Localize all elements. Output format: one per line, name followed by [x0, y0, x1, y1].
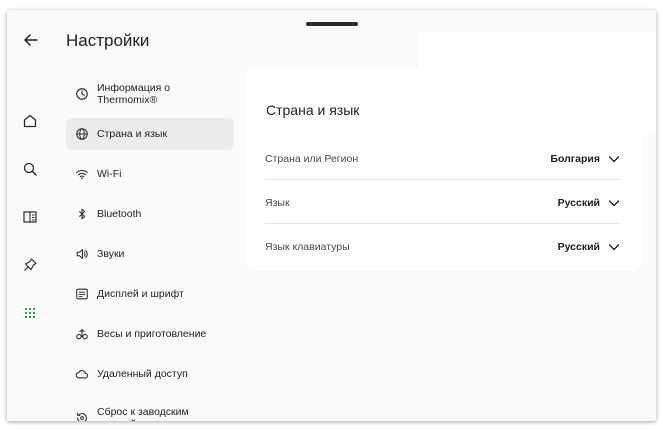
menu-item-factory-reset[interactable]: Сброс к заводским настройкам: [66, 398, 234, 421]
grid-icon: [25, 308, 35, 318]
app-window: Настройки Информация о Thermomix® Страна…: [7, 10, 656, 421]
nav-rail: [7, 10, 53, 421]
row-value: Русский: [557, 241, 600, 253]
menu-item-wifi[interactable]: Wi-Fi: [66, 158, 234, 190]
menu-item-label: Информация о Thermomix®: [97, 82, 171, 106]
menu-item-country-language[interactable]: Страна и язык: [66, 118, 234, 150]
country-dropdown[interactable]: Болгария: [550, 153, 620, 165]
menu-item-remote-access[interactable]: Удаленный доступ: [66, 358, 234, 390]
menu-item-label: Весы и приготовление: [97, 328, 207, 340]
home-icon: [23, 114, 37, 128]
language-dropdown[interactable]: Русский: [558, 197, 620, 209]
rail-recipes-button[interactable]: [19, 206, 41, 228]
menu-item-label: Сброс к заводским настройкам: [97, 406, 189, 421]
menu-item-display-font[interactable]: Дисплей и шрифт: [66, 278, 234, 310]
row-label: Страна или Регион: [265, 153, 359, 165]
row-value: Болгария: [550, 153, 600, 165]
row-label: Язык клавиатуры: [265, 241, 350, 253]
reset-icon: [74, 410, 90, 421]
keyboard-language-row[interactable]: Язык клавиатуры Русский: [265, 225, 620, 269]
language-row[interactable]: Язык Русский: [265, 181, 620, 225]
rail-more-button[interactable]: [19, 302, 41, 324]
row-label: Язык: [265, 197, 290, 209]
chevron-down-icon: [608, 156, 620, 163]
speaker-icon: [74, 246, 90, 262]
clock-icon: [74, 86, 90, 102]
wifi-icon: [74, 166, 90, 182]
rail-search-button[interactable]: [19, 158, 41, 180]
menu-item-label: Wi-Fi: [97, 168, 122, 180]
menu-item-scales-cooking[interactable]: Весы и приготовление: [66, 318, 234, 350]
cloud-icon: [74, 366, 90, 382]
rail-home-button[interactable]: [19, 110, 41, 132]
menu-item-label: Звуки: [97, 248, 125, 260]
country-region-row[interactable]: Страна или Регион Болгария: [265, 137, 620, 181]
menu-item-sounds[interactable]: Звуки: [66, 238, 234, 270]
keyboard-language-dropdown[interactable]: Русский: [558, 241, 620, 253]
chevron-down-icon: [608, 200, 620, 207]
menu-item-label: Удаленный доступ: [97, 368, 188, 380]
menu-item-label: Дисплей и шрифт: [97, 288, 184, 300]
rail-favorites-button[interactable]: [19, 254, 41, 276]
country-language-card: Страна и язык Страна или Регион Болгария…: [246, 67, 641, 270]
globe-icon: [74, 126, 90, 142]
row-value: Русский: [557, 197, 600, 209]
menu-item-label: Страна и язык: [97, 128, 168, 140]
page-title: Настройки: [66, 31, 150, 50]
menu-item-bluetooth[interactable]: Bluetooth: [66, 198, 234, 230]
search-icon: [23, 162, 37, 176]
row-divider: [265, 223, 620, 224]
drag-handle[interactable]: [306, 22, 358, 26]
row-divider: [265, 179, 620, 180]
settings-menu: Информация о Thermomix® Страна и язык Wi…: [66, 66, 241, 421]
scale-icon: [74, 326, 90, 342]
menu-item-label: Bluetooth: [97, 208, 142, 220]
bluetooth-icon: [74, 206, 90, 222]
pin-icon: [24, 258, 37, 271]
chevron-down-icon: [608, 244, 620, 251]
menu-item-about[interactable]: Информация о Thermomix®: [66, 74, 234, 114]
section-title: Страна и язык: [266, 102, 360, 118]
book-icon: [23, 211, 37, 223]
display-icon: [74, 286, 90, 302]
